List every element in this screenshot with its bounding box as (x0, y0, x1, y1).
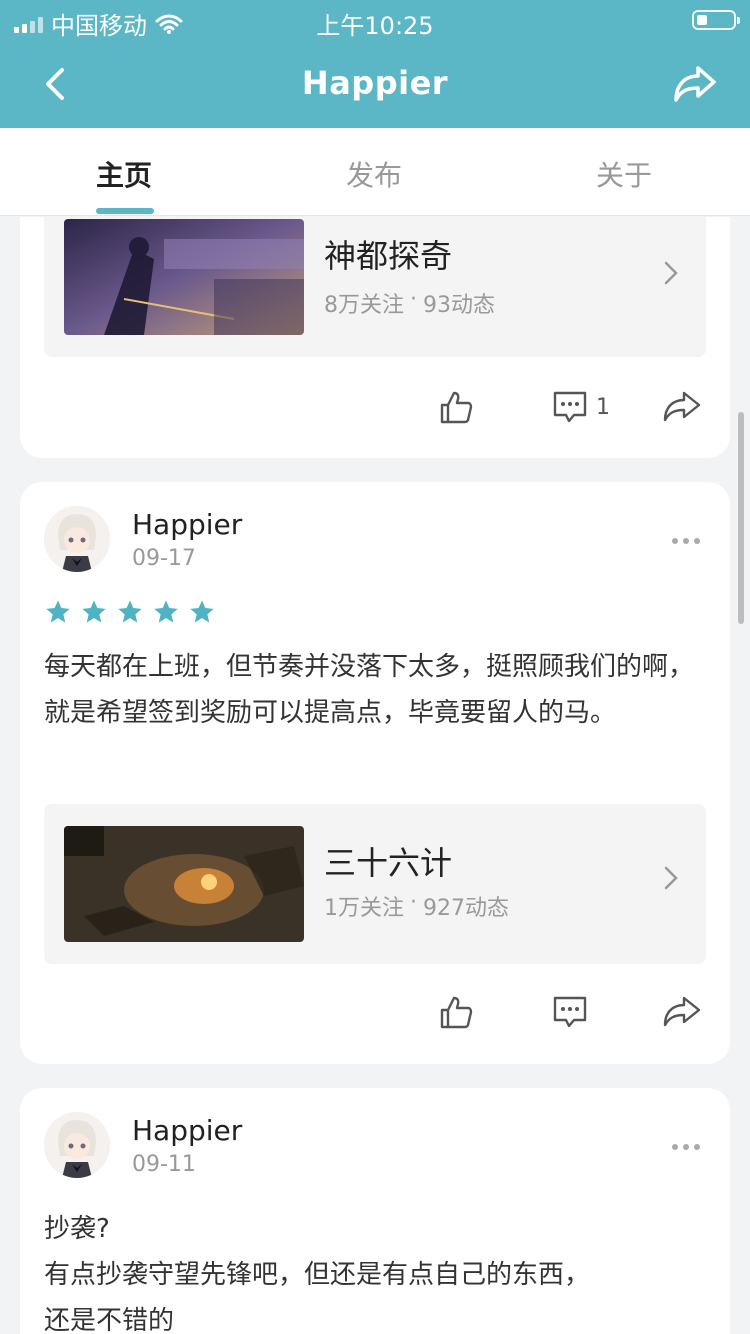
game-name: 神都探奇 (324, 237, 453, 275)
share-icon[interactable] (672, 64, 718, 104)
game-meta: 1万关注 · 927动态 (324, 890, 509, 922)
active-tab-indicator (96, 208, 154, 214)
share-icon (663, 996, 701, 1027)
chevron-right-icon (664, 261, 678, 285)
game-name: 三十六计 (324, 844, 453, 882)
tab-bar: 主页 发布 关于 (0, 128, 750, 216)
nav-bar: Happier (0, 50, 750, 118)
followers-count: 1万关注 (324, 896, 404, 921)
thumbs-up-icon (440, 996, 473, 1029)
rating-stars (44, 598, 216, 626)
comment-count: 1 (596, 394, 610, 420)
feed-card: 神都探奇 8万关注 · 93动态 1 (20, 217, 730, 458)
share-button[interactable] (662, 389, 702, 425)
post-date: 09-11 (132, 1152, 196, 1177)
status-bar: 中国移动 上午10:25 (0, 0, 750, 40)
star-icon (82, 600, 106, 623)
star-icon (118, 600, 142, 623)
feed-card: Happier 09-11 抄袭? 有点抄袭守望先锋吧，但还是有点自己的东西， … (20, 1088, 730, 1334)
share-icon (663, 391, 701, 422)
game-thumbnail (64, 826, 304, 942)
tab-home[interactable]: 主页 (64, 154, 184, 194)
comment-icon (553, 391, 587, 423)
like-button[interactable] (438, 994, 474, 1030)
username[interactable]: Happier (132, 508, 242, 541)
scrollbar[interactable] (738, 412, 744, 624)
page-title: Happier (301, 64, 449, 102)
comment-button[interactable] (552, 994, 596, 1030)
like-button[interactable] (438, 389, 474, 425)
tab-publish[interactable]: 发布 (314, 154, 434, 194)
status-time: 上午10:25 (316, 12, 434, 40)
more-options-icon[interactable] (672, 1144, 700, 1150)
feed-card: Happier 09-17 每天都在上班，但节奏并没落下太多，挺照顾我们的啊，就… (20, 482, 730, 1064)
thumbs-up-icon (440, 391, 473, 424)
posts-count: 93动态 (423, 293, 495, 318)
avatar[interactable] (44, 506, 110, 572)
comment-button[interactable]: 1 (552, 389, 610, 425)
battery-icon (692, 10, 740, 30)
game-link[interactable]: 神都探奇 8万关注 · 93动态 (44, 217, 706, 357)
post-text-line: 有点抄袭守望先锋吧，但还是有点自己的东西， (44, 1260, 591, 1290)
comment-icon (553, 996, 587, 1028)
star-icon (46, 600, 70, 623)
username[interactable]: Happier (132, 1114, 242, 1147)
post-date: 09-17 (132, 546, 196, 571)
game-thumbnail (64, 219, 304, 335)
feed[interactable]: 神都探奇 8万关注 · 93动态 1 Happier 09-17 每天都在上班，… (0, 217, 750, 1334)
posts-count: 927动态 (423, 896, 509, 921)
star-icon (154, 600, 178, 623)
post-text[interactable]: 每天都在上班，但节奏并没落下太多，挺照顾我们的啊，就是希望签到奖励可以提高点，毕… (44, 644, 706, 736)
star-icon (190, 600, 214, 623)
post-text-line: 还是不错的 (44, 1306, 175, 1334)
post-text-line: 抄袭? (44, 1214, 110, 1244)
avatar[interactable] (44, 1112, 110, 1178)
share-button[interactable] (662, 994, 702, 1030)
post-text[interactable]: 抄袭? 有点抄袭守望先锋吧，但还是有点自己的东西， 还是不错的 (44, 1206, 706, 1334)
app-header: 中国移动 上午10:25 Happier (0, 0, 750, 128)
game-meta: 8万关注 · 93动态 (324, 287, 495, 319)
meta-separator: · (410, 890, 417, 915)
chevron-right-icon (664, 866, 678, 890)
game-link[interactable]: 三十六计 1万关注 · 927动态 (44, 804, 706, 964)
followers-count: 8万关注 (324, 293, 404, 318)
tab-about[interactable]: 关于 (564, 154, 684, 194)
meta-separator: · (410, 287, 417, 312)
more-options-icon[interactable] (672, 538, 700, 544)
